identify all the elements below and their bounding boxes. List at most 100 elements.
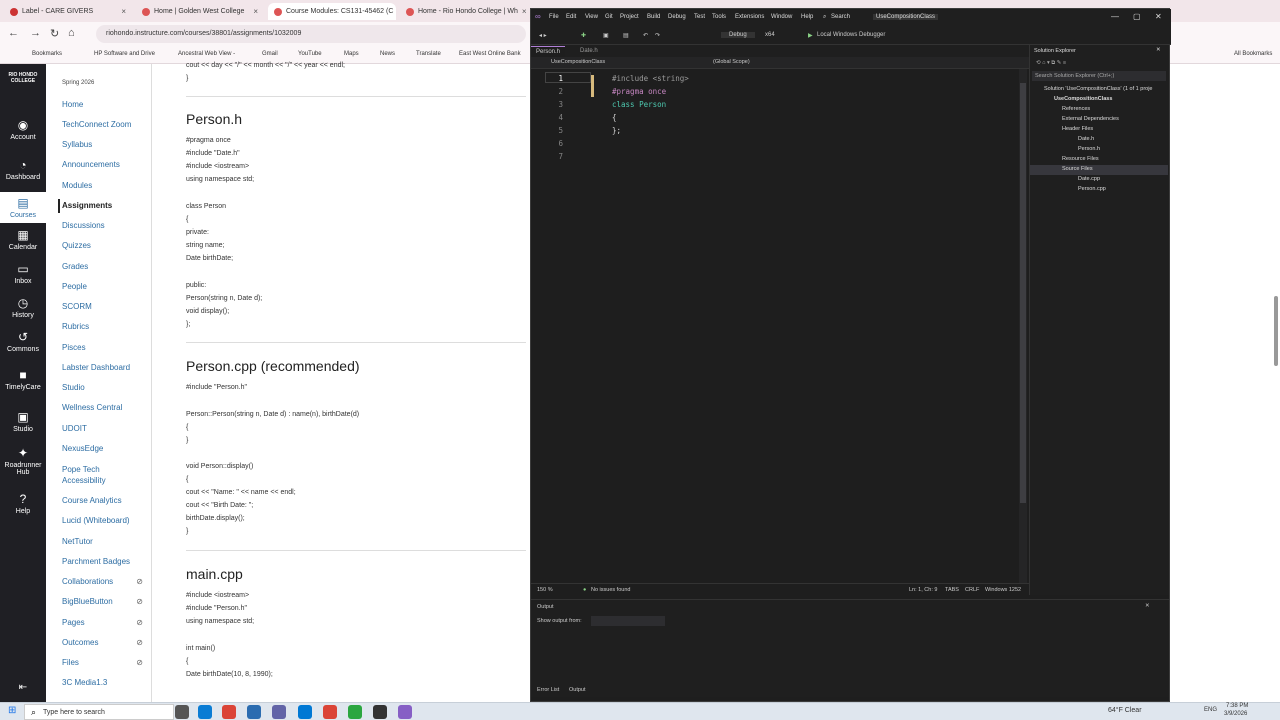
chrome-profile-icon[interactable] [323, 705, 337, 719]
clock-date[interactable]: 3/9/2026 [1224, 711, 1247, 717]
course-nav-home[interactable]: Home [62, 100, 83, 109]
rail-roadrunner-hub[interactable]: ✦ Roadrunner Hub [0, 446, 46, 476]
task-view-icon[interactable] [175, 705, 189, 719]
bookmark-item[interactable]: Gmail [262, 51, 278, 57]
menu-view[interactable]: View [585, 14, 598, 20]
close-icon[interactable]: ✕ [1145, 603, 1150, 609]
course-nav-assignments[interactable]: Assignments [62, 201, 112, 210]
reload-icon[interactable]: ↻ [50, 27, 59, 40]
save-all-icon[interactable]: ▤ [623, 32, 629, 39]
bookmark-item[interactable]: HP Software and Drive [94, 51, 155, 57]
course-nav-discussions[interactable]: Discussions [62, 221, 105, 230]
run-debugger-button[interactable]: Local Windows Debugger [817, 32, 885, 38]
tab-output[interactable]: Output [569, 687, 586, 693]
bookmark-item[interactable]: Maps [344, 51, 359, 57]
edge-icon[interactable] [198, 705, 212, 719]
save-icon[interactable]: ▣ [603, 32, 609, 39]
editor-scrollbar[interactable] [1019, 69, 1027, 583]
close-icon[interactable]: × [121, 7, 126, 16]
minimize-icon[interactable]: — [1111, 12, 1119, 21]
course-nav-lucid[interactable]: Lucid (Whiteboard) [62, 516, 130, 525]
se-source-files[interactable]: Source Files [1062, 166, 1093, 172]
code-editor[interactable]: 1 #include <string> 2 #pragma once 3 cla… [531, 69, 1021, 583]
menu-window[interactable]: Window [771, 14, 792, 20]
line-endings[interactable]: CRLF [965, 587, 979, 593]
output-source-dropdown[interactable] [591, 616, 665, 626]
close-icon[interactable]: × [253, 7, 258, 16]
config-dropdown[interactable]: Debug [721, 32, 755, 38]
se-search-field[interactable]: Search Solution Explorer (Ctrl+;) [1032, 71, 1166, 81]
tab-date-h[interactable]: Date.h [575, 46, 603, 57]
nav-back-icon[interactable]: ◂ ▸ [539, 32, 547, 39]
course-nav-modules[interactable]: Modules [62, 181, 92, 190]
course-nav-labster[interactable]: Labster Dashboard [62, 363, 130, 372]
bookmark-item[interactable]: Translate [416, 51, 441, 57]
rail-history[interactable]: ◷ History [0, 296, 46, 319]
course-nav-udoit[interactable]: UDOIT [62, 424, 87, 433]
rail-dashboard[interactable]: ◔ Dashboard [0, 158, 46, 181]
rail-calendar[interactable]: ▦ Calendar [0, 228, 46, 251]
taskbar-search[interactable]: ⌕ Type here to search [24, 704, 174, 720]
new-item-icon[interactable]: ✚ [581, 32, 586, 39]
browser-tab[interactable]: Home - Rio Hondo College | Wh × [400, 3, 528, 20]
language[interactable]: ENG [1204, 707, 1217, 713]
encoding[interactable]: Windows 1252 [985, 587, 1021, 593]
course-nav-bigbluebutton[interactable]: BigBlueButton [62, 597, 113, 606]
menu-git[interactable]: Git [605, 14, 613, 20]
se-person-h[interactable]: Person.h [1078, 146, 1100, 152]
rail-commons[interactable]: ↺ Commons [0, 330, 46, 353]
maximize-icon[interactable]: ▢ [1133, 12, 1141, 21]
outlook-icon[interactable] [298, 705, 312, 719]
course-nav-nettutor[interactable]: NetTutor [62, 537, 93, 546]
se-references[interactable]: References [1062, 106, 1090, 112]
close-icon[interactable]: ✕ [1156, 47, 1161, 53]
zoom-level[interactable]: 150 % [537, 587, 553, 593]
course-nav-announcements[interactable]: Announcements [62, 160, 120, 169]
bookmark-item[interactable]: Bookmarks [32, 51, 62, 57]
course-nav-wellness[interactable]: Wellness Central [62, 403, 122, 412]
bookmark-item[interactable]: News [380, 51, 395, 57]
course-nav-quizzes[interactable]: Quizzes [62, 241, 91, 250]
teams-icon[interactable] [272, 705, 286, 719]
menu-extensions[interactable]: Extensions [735, 14, 764, 20]
run-icon[interactable]: ▶ [808, 32, 813, 39]
menu-edit[interactable]: Edit [566, 14, 576, 20]
forward-icon[interactable]: → [30, 27, 41, 39]
redo-icon[interactable]: ↷ [655, 32, 660, 39]
course-nav-analytics[interactable]: Course Analytics [62, 496, 122, 505]
scrollbar-thumb[interactable] [1020, 83, 1026, 503]
close-icon[interactable]: × [522, 7, 527, 16]
course-nav-3c-media[interactable]: 3C Media1.3 [62, 678, 107, 687]
app-icon[interactable] [348, 705, 362, 719]
course-nav-collaborations[interactable]: Collaborations [62, 577, 113, 586]
back-icon[interactable]: ← [8, 27, 19, 39]
course-nav-pope-tech[interactable]: Pope Tech Accessibility [62, 464, 132, 486]
tabs-mode[interactable]: TABS [945, 587, 959, 593]
chrome-icon[interactable] [222, 705, 236, 719]
project-dropdown[interactable]: UseCompositionClass [551, 59, 605, 65]
se-person-cpp[interactable]: Person.cpp [1078, 186, 1106, 192]
rail-inbox[interactable]: ▭ Inbox [0, 262, 46, 285]
obs-icon[interactable] [373, 705, 387, 719]
se-date-h[interactable]: Date.h [1078, 136, 1094, 142]
url-field[interactable]: riohondo.instructure.com/courses/38801/a… [96, 25, 526, 43]
menu-build[interactable]: Build [647, 14, 660, 20]
platform-dropdown[interactable]: x64 [765, 32, 775, 38]
bookmark-item[interactable]: YouTube [298, 51, 322, 57]
scope-dropdown[interactable]: (Global Scope) [713, 59, 750, 65]
bookmark-item[interactable]: East West Online Bank [459, 51, 521, 57]
menu-file[interactable]: File [549, 14, 559, 20]
bookmark-item[interactable]: Ancestral Web View - [178, 51, 235, 57]
course-nav-rubrics[interactable]: Rubrics [62, 322, 89, 331]
rail-timelycare[interactable]: ■ TimelyCare [0, 368, 46, 391]
menu-project[interactable]: Project [620, 14, 639, 20]
course-nav-grades[interactable]: Grades [62, 262, 88, 271]
course-nav-syllabus[interactable]: Syllabus [62, 140, 92, 149]
start-icon[interactable]: ⊞ [8, 705, 16, 716]
course-nav-nexusedge[interactable]: NexusEdge [62, 444, 103, 453]
se-header-files[interactable]: Header Files [1062, 126, 1093, 132]
clock-time[interactable]: 7:38 PM [1226, 703, 1248, 709]
scrollbar-thumb[interactable] [1274, 296, 1278, 366]
undo-icon[interactable]: ↶ [643, 32, 648, 39]
search-icon[interactable]: ⌕ [823, 14, 826, 21]
